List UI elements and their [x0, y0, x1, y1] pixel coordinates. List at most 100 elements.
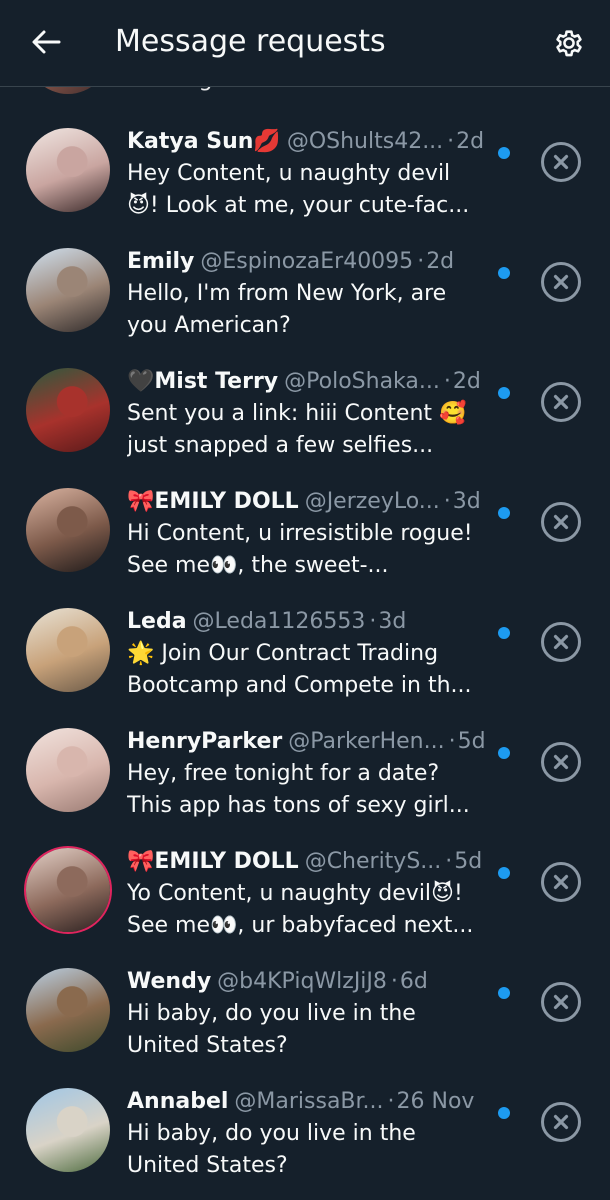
request-content: Leda @Leda1126553 · 3d 🌟 Join Our Contract T…	[127, 606, 495, 702]
dismiss-request-button[interactable]	[540, 621, 582, 663]
message-preview: Yo Content, u naughty devil😈! See me👀, u…	[127, 881, 474, 938]
timestamp: 2d	[426, 249, 455, 274]
dismiss-request-button[interactable]	[540, 741, 582, 783]
request-item[interactable]: Leda @Leda1126553 · 3d 🌟 Join Our Contract T…	[0, 590, 610, 710]
timestamp: 6d	[399, 969, 428, 994]
sender-name: Katya Sun💋	[127, 129, 281, 154]
avatar[interactable]	[26, 608, 110, 692]
message-preview: Hi baby, do you live in the United State…	[127, 1121, 416, 1178]
unread-dot-icon	[498, 387, 510, 399]
message-preview: Hi Content, u irresistible rogue! See me…	[127, 521, 473, 578]
sender-handle: @CherityS...	[304, 849, 442, 874]
avatar[interactable]	[26, 248, 110, 332]
dismiss-request-button[interactable]	[540, 501, 582, 543]
sender-handle: @b4KPiqWlzJiJ8	[217, 969, 387, 994]
avatar[interactable]	[26, 488, 110, 572]
avatar[interactable]	[26, 368, 110, 452]
back-button[interactable]	[24, 22, 68, 62]
request-content: 🖤Mist Terry @PoloShaka... · 2d Sent you a li…	[127, 366, 495, 462]
request-header: HenryParker @ParkerHen... · 5d	[127, 726, 495, 758]
close-circle-icon	[540, 501, 582, 543]
sender-name: 🎀EMILY DOLL	[127, 849, 299, 874]
close-circle-icon	[540, 981, 582, 1023]
arrow-left-icon	[31, 29, 61, 55]
separator-dot: ·	[369, 609, 377, 634]
sender-name: Annabel	[127, 1089, 229, 1114]
request-item[interactable]: 🎀EMILY DOLL @CherityS... · 5d Yo Content, u …	[0, 830, 610, 950]
unread-dot-icon	[498, 627, 510, 639]
dismiss-request-button[interactable]	[540, 381, 582, 423]
sender-handle: @JerzeyLo...	[304, 489, 440, 514]
page-title: Message requests	[115, 24, 386, 59]
close-circle-icon	[540, 741, 582, 783]
separator-dot: ·	[443, 369, 451, 394]
request-header: Wendy @b4KPiqWlzJiJ8 · 6d	[127, 966, 495, 998]
gear-icon	[552, 26, 586, 60]
unread-dot-icon	[498, 747, 510, 759]
sender-name: Leda	[127, 609, 187, 634]
unread-dot-icon	[498, 507, 510, 519]
dismiss-request-button[interactable]	[540, 861, 582, 903]
sender-name: 🖤Mist Terry	[127, 369, 279, 394]
close-circle-icon	[540, 261, 582, 303]
timestamp: 3d	[452, 489, 481, 514]
close-circle-icon	[540, 621, 582, 663]
separator-dot: ·	[390, 969, 398, 994]
message-preview: Sent you a link: hiii Content 🥰 just sna…	[127, 401, 467, 458]
sender-handle: @PoloShaka...	[284, 369, 440, 394]
separator-dot: ·	[387, 1089, 395, 1114]
request-item[interactable]: Katya Sun💋 @OShults42... · 2d Hey Content, u…	[0, 110, 610, 230]
dismiss-request-button[interactable]	[540, 141, 582, 183]
request-item[interactable]: Wendy @b4KPiqWlzJiJ8 · 6d Hi baby, do you li…	[0, 950, 610, 1070]
request-list: Katya Sun💋 @OShults42... · 2d Hey Content, u…	[0, 110, 610, 1190]
timestamp: 5d	[454, 849, 483, 874]
avatar[interactable]	[26, 728, 110, 812]
unread-dot-icon	[498, 867, 510, 879]
unread-dot-icon	[498, 1107, 510, 1119]
request-header: 🎀EMILY DOLL @JerzeyLo... · 3d	[127, 486, 495, 518]
message-requests-screen: Looking for someone to video... Message …	[0, 0, 610, 1200]
separator-dot: ·	[445, 849, 453, 874]
sender-name: Wendy	[127, 969, 212, 994]
dismiss-request-button[interactable]	[540, 261, 582, 303]
timestamp: 5d	[457, 729, 486, 754]
request-content: HenryParker @ParkerHen... · 5d Hey, free ton…	[127, 726, 495, 822]
unread-dot-icon	[498, 267, 510, 279]
request-header: Annabel @MarissaBr... · 26 Nov	[127, 1086, 495, 1118]
timestamp: 3d	[378, 609, 407, 634]
message-preview: Hey, free tonight for a date? This app h…	[127, 761, 470, 818]
avatar[interactable]	[26, 848, 110, 932]
sender-handle: @OShults42...	[286, 129, 444, 154]
top-app-bar: Message requests	[0, 0, 610, 87]
settings-button[interactable]	[548, 22, 590, 64]
avatar[interactable]	[26, 968, 110, 1052]
sender-name: HenryParker	[127, 729, 283, 754]
request-content: 🎀EMILY DOLL @JerzeyLo... · 3d Hi Content, u …	[127, 486, 495, 582]
avatar[interactable]	[26, 1088, 110, 1172]
sender-handle: @Leda1126553	[192, 609, 366, 634]
request-item[interactable]: HenryParker @ParkerHen... · 5d Hey, free ton…	[0, 710, 610, 830]
request-item[interactable]: Annabel @MarissaBr... · 26 Nov Hi baby, do y…	[0, 1070, 610, 1190]
close-circle-icon	[540, 1101, 582, 1143]
dismiss-request-button[interactable]	[540, 1101, 582, 1143]
timestamp: 2d	[452, 369, 481, 394]
request-item[interactable]: 🖤Mist Terry @PoloShaka... · 2d Sent you a li…	[0, 350, 610, 470]
request-content: Katya Sun💋 @OShults42... · 2d Hey Content, u…	[127, 126, 495, 222]
sender-name: Emily	[127, 249, 195, 274]
close-circle-icon	[540, 861, 582, 903]
message-preview: Hi baby, do you live in the United State…	[127, 1001, 416, 1058]
separator-dot: ·	[448, 729, 456, 754]
request-content: 🎀EMILY DOLL @CherityS... · 5d Yo Content, u …	[127, 846, 495, 942]
separator-dot: ·	[447, 129, 455, 154]
timestamp: 2d	[456, 129, 485, 154]
avatar[interactable]	[26, 128, 110, 212]
request-header: Leda @Leda1126553 · 3d	[127, 606, 495, 638]
separator-dot: ·	[443, 489, 451, 514]
sender-name: 🎀EMILY DOLL	[127, 489, 299, 514]
request-item[interactable]: 🎀EMILY DOLL @JerzeyLo... · 3d Hi Content, u …	[0, 470, 610, 590]
request-content: Emily @EspinozaEr40095 · 2d Hello, I'm from …	[127, 246, 495, 342]
dismiss-request-button[interactable]	[540, 981, 582, 1023]
request-header: 🎀EMILY DOLL @CherityS... · 5d	[127, 846, 495, 878]
unread-dot-icon	[498, 147, 510, 159]
request-item[interactable]: Emily @EspinozaEr40095 · 2d Hello, I'm from …	[0, 230, 610, 350]
